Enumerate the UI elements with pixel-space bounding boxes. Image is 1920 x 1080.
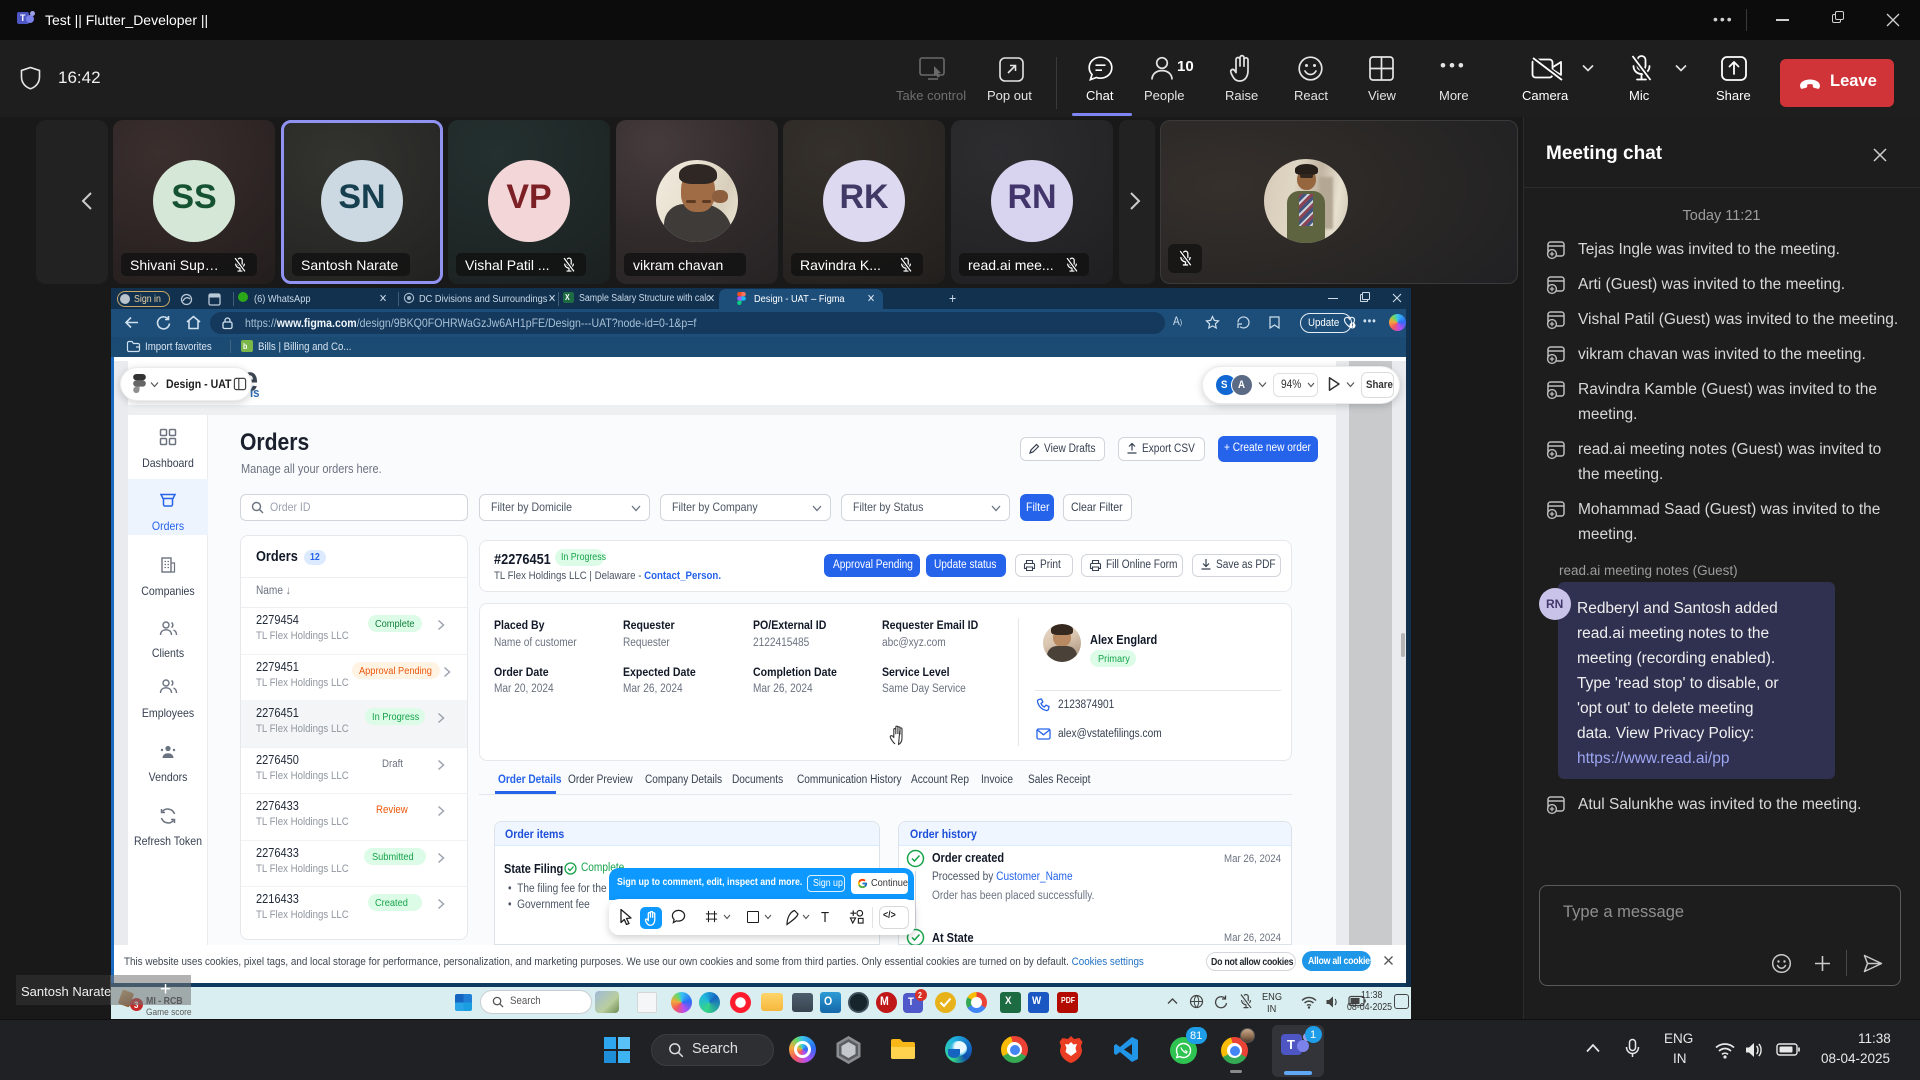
- svg-text:!: !: [1352, 324, 1354, 329]
